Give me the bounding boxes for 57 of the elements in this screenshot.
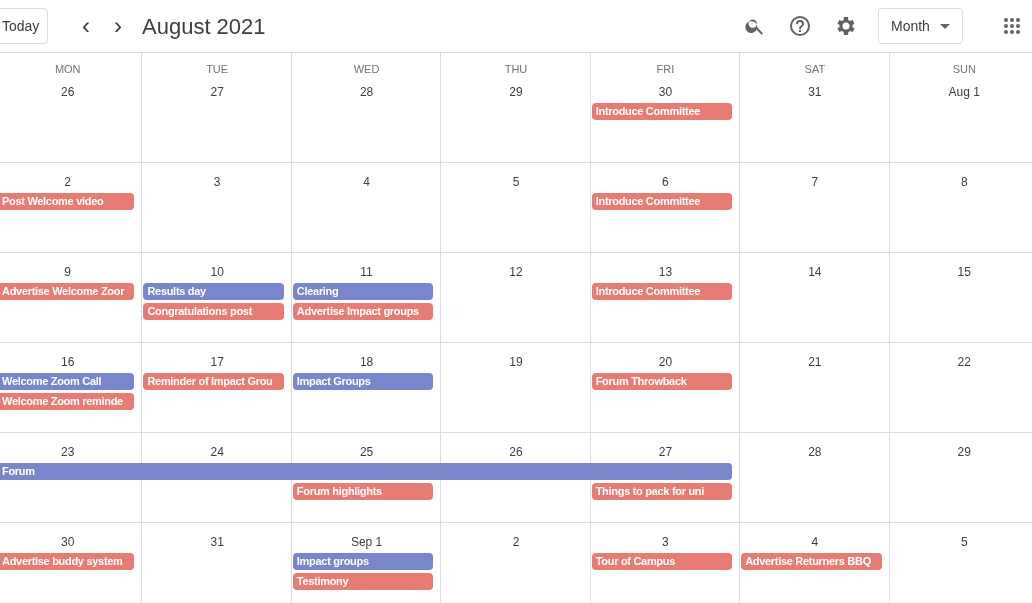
weekday-label: SUN [952, 61, 976, 77]
date-label[interactable]: 27 [210, 83, 224, 101]
date-label[interactable]: 4 [363, 173, 370, 191]
date-label[interactable]: 8 [960, 173, 968, 191]
date-label[interactable]: 3 [662, 533, 669, 551]
month-title: August 2021 [142, 12, 266, 41]
previous-button[interactable]: ‹ [74, 12, 98, 40]
help-icon[interactable] [788, 14, 812, 38]
date-label[interactable]: 7 [811, 173, 819, 191]
date-label[interactable]: 24 [210, 443, 224, 461]
apps-icon[interactable] [1003, 17, 1021, 35]
today-button[interactable]: Today [0, 8, 48, 44]
weekday-label: THU [504, 61, 528, 77]
view-dropdown[interactable]: Month [878, 8, 963, 44]
date-label[interactable]: 18 [359, 353, 374, 371]
date-label[interactable]: 26 [509, 443, 523, 461]
date-label[interactable]: 28 [808, 443, 822, 461]
date-label[interactable]: 19 [509, 353, 523, 371]
date-label[interactable]: 20 [658, 353, 673, 371]
date-label[interactable]: 26 [61, 83, 75, 101]
date-label[interactable]: 14 [808, 263, 822, 281]
date-label[interactable]: 3 [213, 173, 221, 191]
date-label[interactable]: 2 [512, 533, 520, 551]
date-label[interactable]: Sep 1 [350, 533, 383, 551]
date-label[interactable]: 13 [658, 263, 673, 281]
date-label[interactable]: 2 [64, 173, 72, 191]
date-label[interactable]: 5 [512, 173, 520, 191]
weekday-label: MON [54, 61, 81, 77]
date-label[interactable]: 31 [808, 83, 822, 101]
date-label[interactable]: 28 [359, 83, 374, 101]
date-label[interactable]: 29 [509, 83, 523, 101]
weekday-label: SAT [804, 61, 826, 77]
date-label[interactable]: 21 [808, 353, 822, 371]
date-label[interactable]: 17 [210, 353, 224, 371]
date-label[interactable]: 27 [658, 443, 673, 461]
date-label[interactable]: 10 [210, 263, 224, 281]
date-label[interactable]: 30 [658, 83, 673, 101]
weekday-label: TUE [206, 61, 229, 77]
weekday-label: WED [353, 61, 380, 77]
date-label[interactable]: 11 [360, 263, 373, 281]
date-label[interactable]: 16 [61, 353, 75, 371]
date-label[interactable]: 6 [662, 173, 669, 191]
date-label[interactable]: 4 [811, 533, 819, 551]
date-label[interactable]: 12 [509, 263, 523, 281]
date-label[interactable]: 5 [960, 533, 968, 551]
weekday-label: FRI [656, 61, 675, 77]
caret-icon [939, 23, 950, 29]
date-label[interactable]: 31 [210, 533, 224, 551]
next-button[interactable]: › [106, 12, 130, 40]
date-label[interactable]: 22 [957, 353, 971, 371]
date-label[interactable]: 9 [64, 263, 72, 281]
date-label[interactable]: 15 [957, 263, 971, 281]
date-label[interactable]: 29 [957, 443, 971, 461]
date-label[interactable]: 30 [61, 533, 75, 551]
date-label[interactable]: Aug 1 [948, 83, 980, 101]
date-label[interactable]: 25 [359, 443, 374, 461]
date-label[interactable]: 23 [61, 443, 75, 461]
